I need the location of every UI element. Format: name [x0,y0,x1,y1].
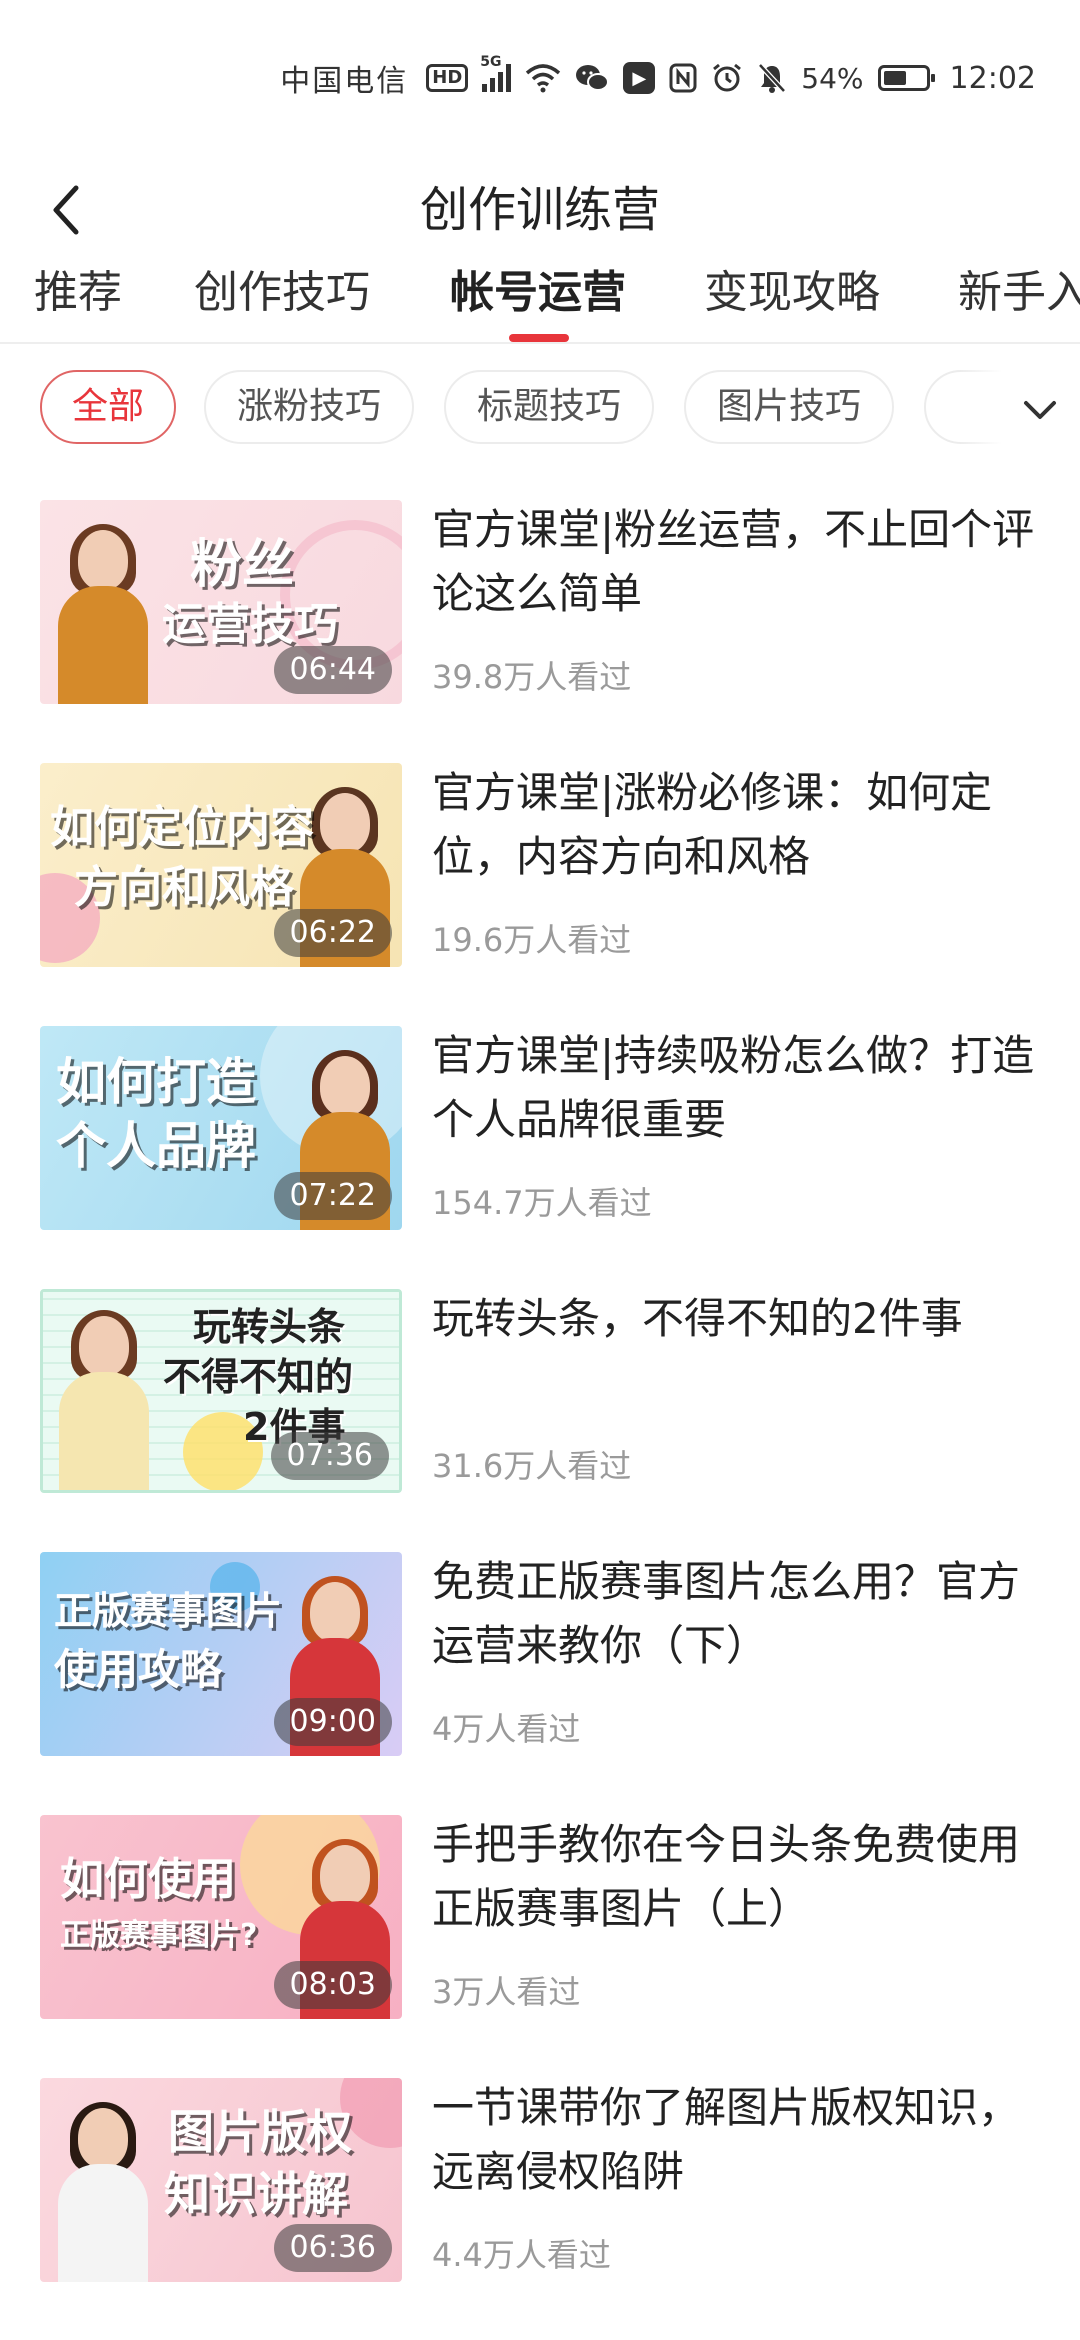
alarm-icon [711,62,743,94]
duration-badge: 06:36 [273,2224,392,2272]
course-thumbnail: 图片版权 知识讲解 06:36 [40,2078,402,2282]
expand-chips-button[interactable] [960,370,1080,450]
thumbnail-caption: 运营技巧 [162,599,338,650]
course-item[interactable]: 正版赛事图片 使用攻略 09:00 免费正版赛事图片怎么用？官方运营来教你（下）… [0,1552,1080,1758]
thumbnail-caption: 粉丝 [190,535,295,595]
mute-bell-icon [757,62,787,94]
thumbnail-caption: 知识讲解 [164,2167,348,2221]
view-count: 19.6万人看过 [432,921,632,959]
course-thumbnail: 粉丝 运营技巧 06:44 [40,500,402,704]
course-title: 玩转头条，不得不知的2件事 [432,1294,963,1343]
tab-account-operation[interactable]: 帐号运营 [450,258,626,328]
tab-beginner[interactable]: 新手入 [958,258,1080,328]
chip-image-skills[interactable]: 图片技巧 [684,370,894,444]
duration-badge: 07:36 [270,1432,389,1480]
battery-icon [877,65,935,91]
thumbnail-caption: 图片版权 [168,2105,352,2159]
thumbnail-caption: 如何定位内容 [50,802,314,853]
duration-badge: 08:03 [273,1961,392,2009]
course-item[interactable]: 粉丝 运营技巧 06:44 官方课堂|粉丝运营，不止回个评论这么简单 39.8万… [0,500,1080,706]
chip-title-skills[interactable]: 标题技巧 [444,370,654,444]
thumbnail-caption: 正版赛事图片 [54,1589,283,1633]
thumbnail-caption: 方向和风格 [74,862,294,913]
status-icons: 中国电信 HD 5G ▶ 54% 12:02 [280,54,1036,100]
course-title: 官方课堂|涨粉必修课：如何定位，内容方向和风格 [432,768,993,881]
course-thumbnail: 玩转头条 不得不知的 2件事 07:36 [40,1289,402,1493]
course-thumbnail: 如何打造 个人品牌 07:22 [40,1026,402,1230]
course-thumbnail: 如何使用 正版赛事图片? 08:03 [40,1815,402,2019]
view-count: 39.8万人看过 [432,658,632,696]
course-title: 官方课堂|持续吸粉怎么做？打造个人品牌很重要 [432,1031,1035,1144]
view-count: 31.6万人看过 [432,1447,632,1485]
course-title: 手把手教你在今日头条免费使用正版赛事图片（上） [432,1820,1021,1933]
battery-percent: 54% [801,61,864,95]
duration-badge: 07:22 [273,1172,392,1220]
course-item[interactable]: 图片版权 知识讲解 06:36 一节课带你了解图片版权知识，远离侵权陷阱 4.4… [0,2078,1080,2284]
page-title: 创作训练营 [419,182,660,238]
chip-all[interactable]: 全部 [40,370,176,444]
duration-badge: 09:00 [273,1698,392,1746]
carrier-label: 中国电信 [280,64,409,99]
thumbnail-caption: 不得不知的 [163,1355,354,1399]
duration-badge: 06:44 [273,646,392,694]
view-count: 3万人看过 [432,1973,581,2011]
view-count: 4万人看过 [432,1710,581,1748]
status-bar: 中国电信 HD 5G ▶ 54% 12:02 [0,0,1080,150]
app-notification-icon: ▶ [623,62,656,94]
tab-monetization[interactable]: 变现攻略 [704,258,880,328]
course-thumbnail: 如何定位内容 方向和风格 06:22 [40,763,402,967]
category-tabs: 推荐 创作技巧 帐号运营 变现攻略 新手入 [0,258,1080,344]
tab-recommend[interactable]: 推荐 [34,258,122,328]
thumbnail-caption: 如何打造 [56,1053,256,1111]
thumbnail-caption: 个人品牌 [56,1117,256,1175]
thumbnail-caption: 使用攻略 [54,1645,223,1694]
course-item[interactable]: 玩转头条 不得不知的 2件事 07:36 玩转头条，不得不知的2件事 31.6万… [0,1289,1080,1495]
chip-follower-growth[interactable]: 涨粉技巧 [204,370,414,444]
app-header: 创作训练营 [0,150,1080,270]
view-count: 4.4万人看过 [432,2236,611,2274]
course-item[interactable]: 如何打造 个人品牌 07:22 官方课堂|持续吸粉怎么做？打造个人品牌很重要 1… [0,1026,1080,1232]
active-tab-indicator [509,334,569,342]
signal-icon: 5G [480,54,512,92]
duration-badge: 06:22 [273,909,392,957]
course-thumbnail: 正版赛事图片 使用攻略 09:00 [40,1552,402,1756]
course-title: 一节课带你了解图片版权知识，远离侵权陷阱 [432,2083,1021,2196]
thumbnail-caption: 正版赛事图片? [60,1918,258,1953]
thumbnail-caption: 如何使用 [60,1854,236,1905]
course-item[interactable]: 如何定位内容 方向和风格 06:22 官方课堂|涨粉必修课：如何定位，内容方向和… [0,763,1080,969]
filter-chips: 全部 涨粉技巧 标题技巧 图片技巧 [0,370,1080,450]
tab-creation-skills[interactable]: 创作技巧 [194,258,370,328]
thumbnail-caption: 玩转头条 [193,1305,346,1349]
course-item[interactable]: 如何使用 正版赛事图片? 08:03 手把手教你在今日头条免费使用正版赛事图片（… [0,1815,1080,2021]
course-title: 免费正版赛事图片怎么用？官方运营来教你（下） [432,1557,1021,1670]
course-title: 官方课堂|粉丝运营，不止回个评论这么简单 [432,505,1035,618]
hd-icon: HD [426,64,469,92]
chevron-down-icon [1024,401,1056,419]
wifi-icon [525,63,561,93]
network-type-label: 5G [480,54,502,70]
clock: 12:02 [949,60,1036,96]
view-count: 154.7万人看过 [432,1184,652,1222]
wechat-icon [575,63,610,93]
nfc-icon [669,63,697,93]
